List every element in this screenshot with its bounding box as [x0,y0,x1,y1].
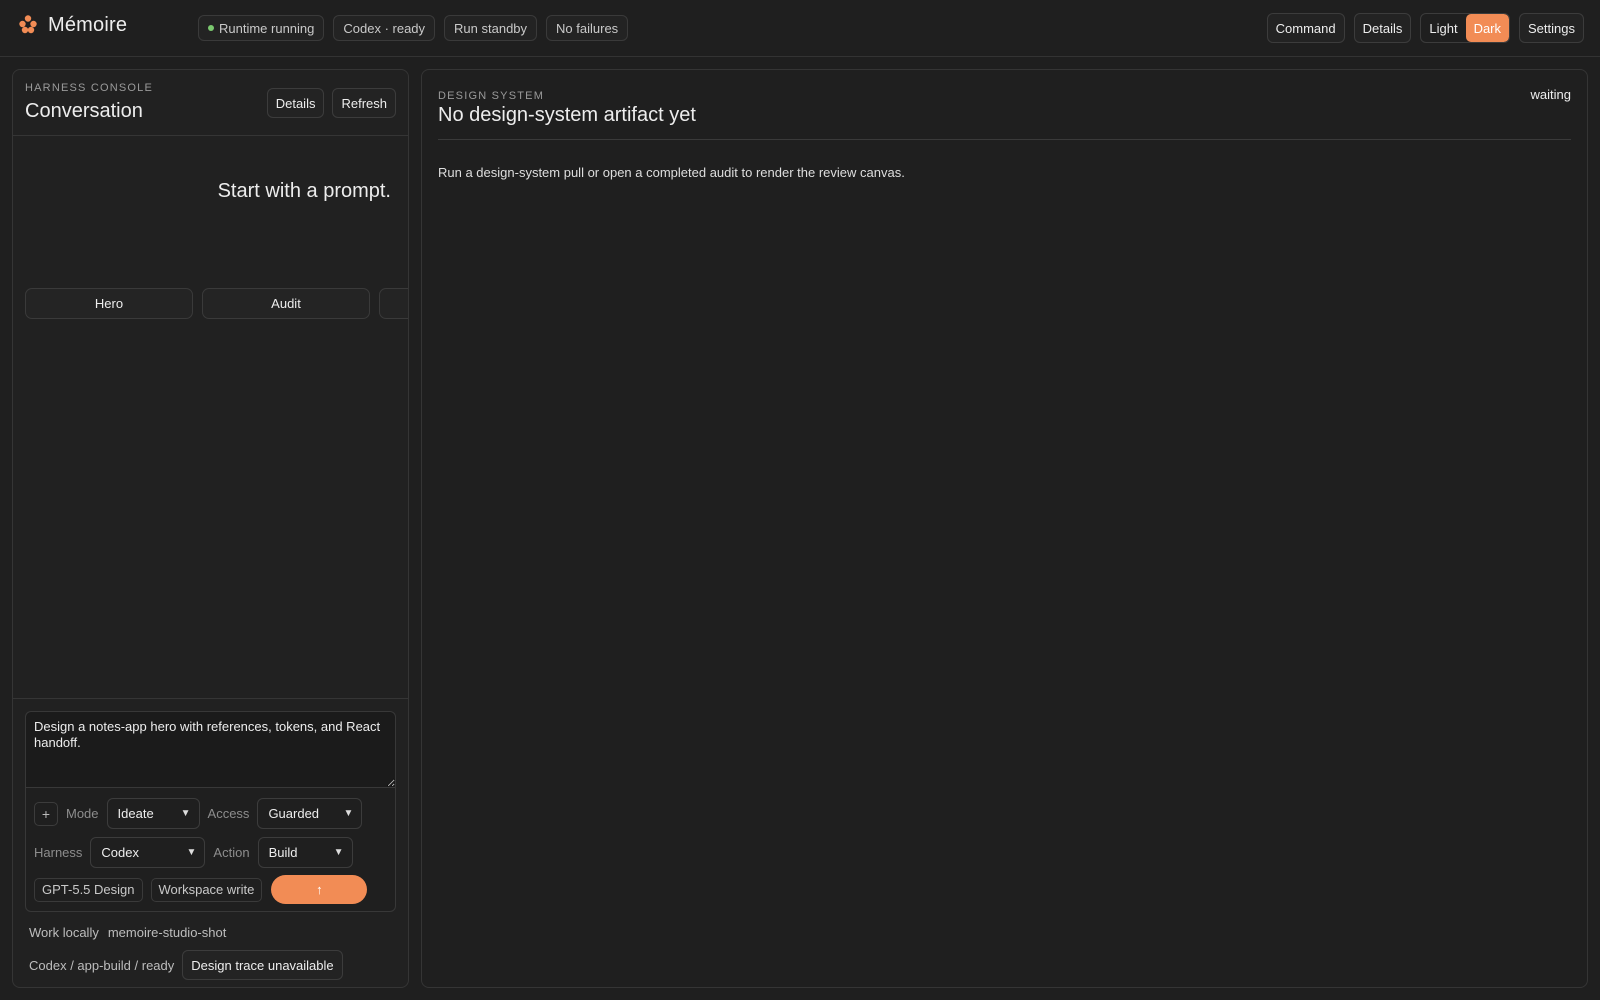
command-button[interactable]: Command [1266,13,1345,43]
mode-select[interactable]: Ideate ▼ [106,798,200,829]
arrow-up-icon: ↑ [316,882,323,897]
mode-label: Mode [66,806,99,821]
runtime-status-pill: Runtime running [198,15,325,41]
composer: Design a notes-app hero with references,… [25,711,396,912]
design-system-eyebrow: DESIGN SYSTEM [438,90,545,102]
composer-row-harness: Harness Codex ▼ Action Build ▼ [34,837,353,868]
chevron-down-icon: ▼ [180,808,191,819]
top-bar: Mémoire Runtime running Codex · ready Ru… [0,0,1600,57]
conversation-panel: HARNESS CONSOLE Conversation Details Ref… [12,69,409,988]
prompt-suggestions: Hero Audit [25,288,408,319]
conversation-details-button[interactable]: Details [266,88,325,118]
top-actions: Command Details Light Dark Settings [1266,13,1584,43]
add-attachment-button[interactable]: + [34,801,58,826]
workspace-info: Work locally memoire-studio-shot [29,925,226,940]
design-system-state: waiting [1530,87,1571,102]
status-dot-icon [208,25,214,31]
chevron-down-icon: ▼ [343,808,354,819]
flower-logo-icon [18,14,38,37]
design-system-description: Run a design-system pull or open a compl… [438,165,905,180]
empty-state-title: Start with a prompt. [217,180,391,202]
suggestion-audit[interactable]: Audit [202,288,370,319]
theme-light-button[interactable]: Light [1421,14,1465,42]
panel-title: Conversation [25,100,143,122]
divider [438,139,1571,140]
failures-status-pill: No failures [546,15,629,41]
brand[interactable]: Mémoire [18,14,127,37]
action-label: Action [213,845,250,860]
theme-dark-button[interactable]: Dark [1465,14,1510,42]
details-button[interactable]: Details [1353,13,1412,43]
access-select[interactable]: Guarded ▼ [257,798,363,829]
harness-label: Harness [34,845,83,860]
chevron-down-icon: ▼ [186,847,197,858]
harness-status-pill: Codex · ready [333,15,436,41]
design-system-panel: DESIGN SYSTEM No design-system artifact … [421,69,1588,988]
suggestion-more[interactable] [379,288,408,319]
send-button[interactable]: ↑ [271,875,368,904]
app-name: Mémoire [48,14,128,36]
mode-value: Ideate [117,806,154,821]
chevron-down-icon: ▼ [333,847,344,858]
suggestion-hero[interactable]: Hero [25,288,193,319]
harness-select[interactable]: Codex ▼ [90,837,206,868]
runtime-status-text: Runtime running [219,20,315,36]
run-path: Codex / app-build / ready [29,957,175,973]
panel-actions: Details Refresh [266,88,396,118]
access-label: Access [207,806,250,821]
workspace-name: memoire-studio-shot [107,925,227,940]
composer-area: Design a notes-app hero with references,… [13,698,408,987]
panel-eyebrow: HARNESS CONSOLE [25,82,154,94]
action-value: Build [268,845,298,860]
permission-tag[interactable]: Workspace write [150,877,263,902]
theme-toggle: Light Dark [1420,13,1511,43]
access-value: Guarded [268,806,320,821]
model-tag[interactable]: GPT-5.5 Design [34,877,143,902]
harness-value: Codex [101,845,139,860]
status-pills: Runtime running Codex · ready Run standb… [198,15,629,41]
run-status-pill: Run standby [444,15,538,41]
prompt-input[interactable]: Design a notes-app hero with references,… [26,712,395,788]
conversation-header: HARNESS CONSOLE Conversation Details Ref… [13,70,408,136]
action-select[interactable]: Build ▼ [257,837,353,868]
design-trace-button[interactable]: Design trace unavailable [182,950,343,980]
refresh-button[interactable]: Refresh [332,88,396,118]
run-info: Codex / app-build / ready Design trace u… [29,950,343,980]
design-system-title: No design-system artifact yet [438,104,696,126]
work-mode-label: Work locally [29,925,99,940]
composer-row-mode: + Mode Ideate ▼ Access Guarded ▼ [34,798,363,829]
composer-row-submit: GPT-5.5 Design Workspace write ↑ [34,875,368,904]
settings-button[interactable]: Settings [1519,13,1584,43]
